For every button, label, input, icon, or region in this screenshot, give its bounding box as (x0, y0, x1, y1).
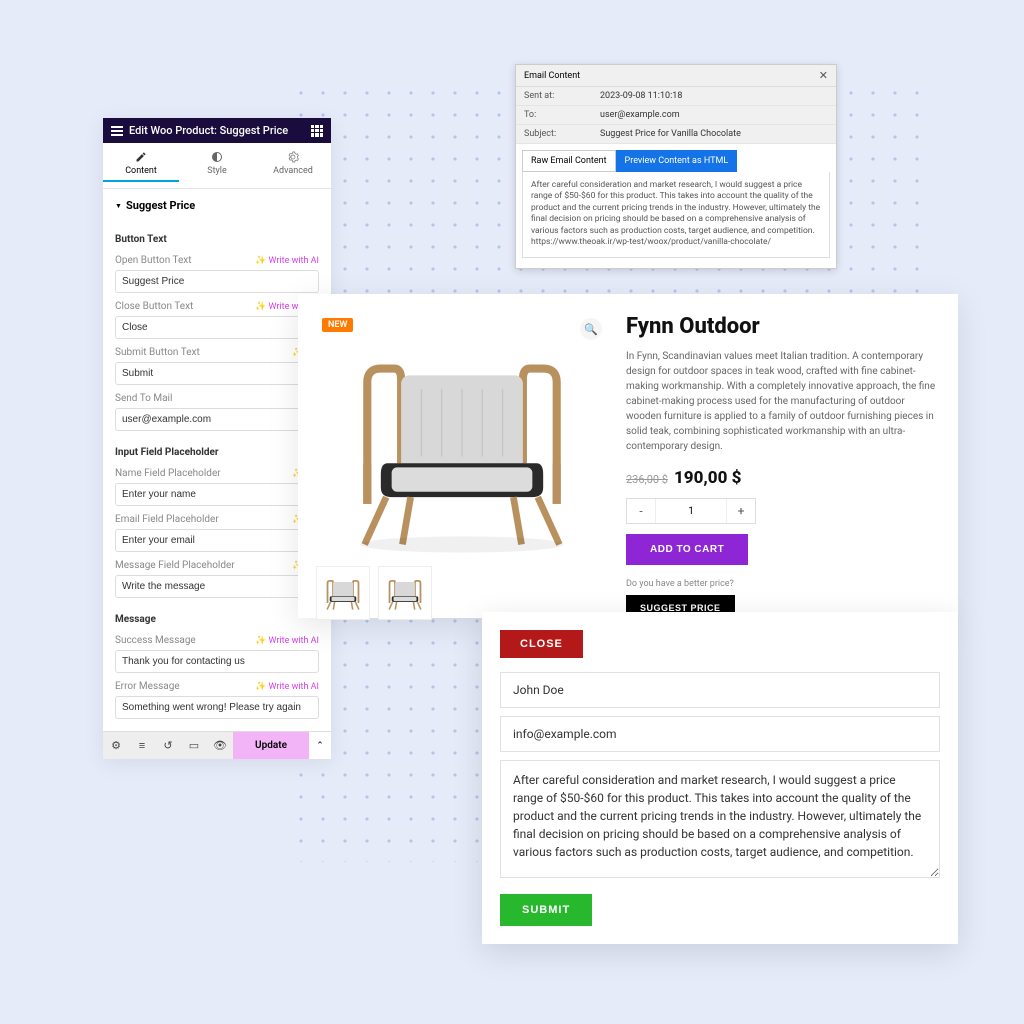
group-button-text: Button Text (115, 234, 319, 245)
field-label: Name Field Placeholder (115, 468, 221, 479)
to-label: To: (524, 110, 600, 120)
editor-header: Edit Woo Product: Suggest Price (103, 118, 331, 143)
submit-button[interactable]: SUBMIT (500, 894, 592, 926)
qty-minus-button[interactable]: - (627, 504, 655, 518)
section-title[interactable]: Suggest Price (115, 199, 319, 212)
add-to-cart-button[interactable]: ADD TO CART (626, 534, 748, 565)
group-input-placeholder: Input Field Placeholder (115, 447, 319, 458)
field-label: Submit Button Text (115, 347, 200, 358)
suggest-price-form: CLOSE After careful consideration and ma… (482, 612, 958, 944)
email-subject-row: Subject: Suggest Price for Vanilla Choco… (516, 125, 836, 144)
widgets-grid-icon[interactable] (311, 125, 323, 137)
field-submit-button-text: Submit Button Text ✨ Wri (103, 343, 331, 389)
message-textarea[interactable]: After careful consideration and market r… (500, 760, 940, 878)
settings-icon[interactable]: ⚙ (103, 732, 129, 759)
sent-at-label: Sent at: (524, 91, 600, 101)
tab-content[interactable]: Content (103, 143, 179, 188)
email-to-row: To: user@example.com (516, 106, 836, 125)
success-message-input[interactable] (115, 650, 319, 673)
email-modal-header: Email Content ✕ (516, 65, 836, 87)
field-label: Email Field Placeholder (115, 514, 219, 525)
current-price: 190,00 $ (674, 468, 741, 488)
editor-title: Edit Woo Product: Suggest Price (129, 124, 311, 137)
subject-label: Subject: (524, 129, 600, 139)
close-icon[interactable]: ✕ (819, 69, 828, 82)
tab-advanced[interactable]: Advanced (255, 143, 331, 188)
product-card: NEW 🔍 (298, 294, 958, 618)
email-input[interactable] (500, 716, 940, 752)
write-with-ai-link[interactable]: ✨ Write with AI (255, 256, 319, 266)
group-message: Message (115, 614, 319, 625)
name-input[interactable] (500, 672, 940, 708)
field-email-placeholder: Email Field Placeholder ✨ Wri (103, 510, 331, 556)
droplet-icon (211, 151, 223, 163)
thumbnail-1[interactable] (316, 566, 370, 620)
field-label: Close Button Text (115, 301, 193, 312)
subject-value: Suggest Price for Vanilla Chocolate (600, 129, 741, 139)
navigator-icon[interactable]: ≡ (129, 732, 155, 759)
email-placeholder-input[interactable] (115, 529, 319, 552)
field-success-message: Success Message ✨ Write with AI (103, 631, 331, 677)
write-with-ai-link[interactable]: ✨ Write with AI (255, 682, 319, 692)
error-message-input[interactable] (115, 696, 319, 719)
sent-at-value: 2023-09-08 11:10:18 (600, 91, 682, 101)
better-price-prompt: Do you have a better price? (626, 579, 938, 589)
chevron-up-icon[interactable]: ⌃ (309, 732, 331, 759)
product-info: Fynn Outdoor In Fynn, Scandinavian value… (626, 294, 958, 618)
field-name-placeholder: Name Field Placeholder ✨ Wri (103, 464, 331, 510)
field-label: Send To Mail (115, 393, 172, 404)
responsive-icon[interactable]: ▭ (181, 732, 207, 759)
submit-button-text-input[interactable] (115, 362, 319, 385)
update-button[interactable]: Update (233, 732, 309, 759)
hamburger-icon[interactable] (111, 126, 123, 136)
field-label: Message Field Placeholder (115, 560, 235, 571)
open-button-text-input[interactable] (115, 270, 319, 293)
email-modal-title: Email Content (524, 71, 580, 81)
write-with-ai-link[interactable]: ✨ Write with AI (255, 636, 319, 646)
preview-icon[interactable]: 👁 (207, 732, 233, 759)
field-message-placeholder: Message Field Placeholder ✨ Wri (103, 556, 331, 602)
editor-tabs: Content Style Advanced (103, 143, 331, 189)
history-icon[interactable]: ↺ (155, 732, 181, 759)
product-main-image[interactable] (322, 328, 602, 558)
name-placeholder-input[interactable] (115, 483, 319, 506)
message-placeholder-input[interactable] (115, 575, 319, 598)
field-label: Open Button Text (115, 255, 192, 266)
old-price: 236,00 $ (626, 473, 668, 486)
field-send-to-mail: Send To Mail (103, 389, 331, 435)
tab-style[interactable]: Style (179, 143, 255, 188)
email-body: Raw Email Content Preview Content as HTM… (516, 144, 836, 268)
field-close-button-text: Close Button Text ✨ Write with AI (103, 297, 331, 343)
gear-icon (287, 151, 299, 163)
tab-preview-html[interactable]: Preview Content as HTML (616, 150, 738, 172)
field-open-button-text: Open Button Text ✨ Write with AI (103, 251, 331, 297)
product-description: In Fynn, Scandinavian values meet Italia… (626, 349, 938, 454)
section-suggest-price: Suggest Price (103, 189, 331, 222)
chair-illustration (322, 328, 602, 558)
thumbnail-2[interactable] (378, 566, 432, 620)
field-label: Success Message (115, 635, 196, 646)
qty-value[interactable]: 1 (655, 499, 727, 523)
to-value: user@example.com (600, 110, 680, 120)
product-image-column: NEW 🔍 (298, 294, 626, 618)
tab-raw-email[interactable]: Raw Email Content (522, 150, 616, 172)
elementor-editor-panel: Edit Woo Product: Suggest Price Content … (103, 118, 331, 759)
price-row: 236,00 $ 190,00 $ (626, 468, 938, 488)
close-button[interactable]: CLOSE (500, 630, 583, 658)
field-error-message: Error Message ✨ Write with AI (103, 677, 331, 723)
email-tabs: Raw Email Content Preview Content as HTM… (522, 150, 830, 172)
email-sent-at-row: Sent at: 2023-09-08 11:10:18 (516, 87, 836, 106)
email-content-modal: Email Content ✕ Sent at: 2023-09-08 11:1… (515, 64, 837, 269)
field-label: Error Message (115, 681, 180, 692)
editor-footer: ⚙ ≡ ↺ ▭ 👁 Update ⌃ (103, 731, 331, 759)
pencil-icon (135, 151, 147, 163)
quantity-stepper: - 1 + (626, 498, 756, 524)
close-button-text-input[interactable] (115, 316, 319, 339)
product-title: Fynn Outdoor (626, 314, 938, 339)
email-content-text: After careful consideration and market r… (522, 172, 830, 258)
send-to-mail-input[interactable] (115, 408, 319, 431)
qty-plus-button[interactable]: + (727, 504, 755, 518)
